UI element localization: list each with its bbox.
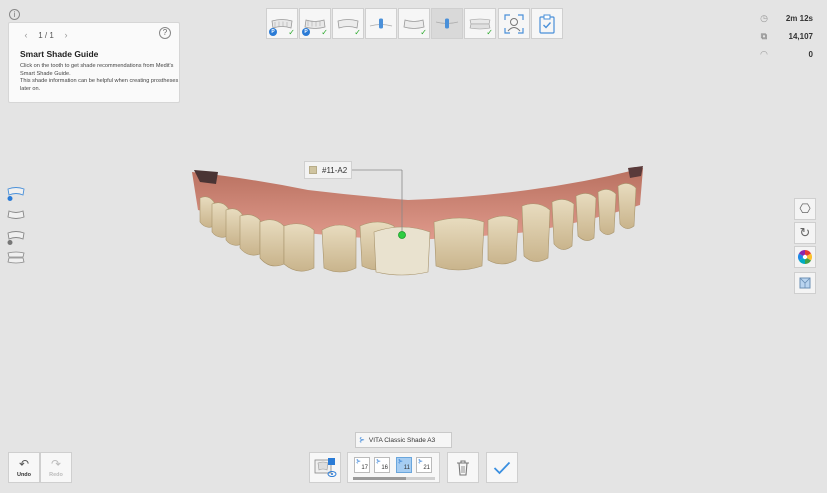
tooth-selector: ⊱ 17 ⊱ 16 ⊱ 11 ⊱ 21: [347, 452, 440, 483]
dental-scan-model[interactable]: [188, 160, 648, 280]
tooth-number: 17: [361, 465, 368, 471]
delete-button[interactable]: [447, 452, 479, 483]
undo-label: Undo: [16, 471, 32, 478]
toggle-occlusion-icon[interactable]: [6, 250, 26, 266]
undo-button[interactable]: ↶ Undo: [8, 452, 40, 483]
color-wheel-icon: [798, 250, 812, 264]
smart-shade-guide-panel: ‹ 1 / 1 › ? Smart Shade Guide Click on t…: [8, 22, 180, 103]
tooth-16-button[interactable]: ⊱ 16: [374, 457, 390, 473]
data-count-stat: ⧉ 14,107: [759, 31, 813, 41]
check-icon: ✓: [420, 28, 427, 37]
color-map-button[interactable]: [794, 246, 816, 268]
shade-recommendation-chip[interactable]: ⊱ VITA Classic Shade A3: [355, 432, 452, 448]
tooth-marker-icon: ⊱: [359, 437, 365, 444]
camera-icon: ⎔: [799, 201, 811, 216]
pager-count: 1 / 1: [38, 30, 54, 40]
step-review[interactable]: [531, 8, 563, 39]
reset-view-button[interactable]: ↻: [794, 222, 816, 244]
scan-time-stat: ◷ 2m 12s: [759, 13, 813, 23]
trash-icon: [457, 459, 469, 476]
clipboard-check-icon: [539, 14, 555, 34]
guide-pager: ‹ 1 / 1 ›: [19, 29, 79, 41]
scan-time-value: 2m 12s: [785, 13, 813, 23]
info-button[interactable]: i: [9, 9, 20, 20]
face-frame-icon: [504, 13, 524, 34]
wifi-value: 0: [808, 49, 813, 59]
tooth-number: 11: [403, 465, 410, 471]
shade-pick-marker[interactable]: [398, 231, 406, 239]
cube-icon: [799, 277, 811, 289]
redo-icon: ↷: [50, 456, 62, 471]
guide-description-line-2: This shade information can be helpful wh…: [20, 78, 179, 92]
toggle-lower-jaw-icon[interactable]: [6, 206, 26, 222]
check-icon: ✓: [288, 28, 295, 37]
pager-prev-button[interactable]: ‹: [19, 30, 33, 40]
toggle-upper-arch-icon[interactable]: [6, 230, 26, 246]
marker-icon: ⊱: [376, 459, 382, 465]
scan-body-icon: [369, 18, 393, 28]
tooth-shade-label: #11-A2: [304, 161, 352, 179]
tooth-view-icon: [314, 457, 337, 477]
tooth-21-button[interactable]: ⊱ 21: [416, 457, 432, 473]
step-scan-body-upper[interactable]: [365, 8, 397, 39]
step-scan-body-lower[interactable]: [431, 8, 463, 39]
guide-title: Smart Shade Guide: [20, 49, 99, 59]
checkmark-icon: [493, 461, 511, 474]
tooth-number: 16: [381, 465, 388, 471]
shade-swatch: [309, 166, 317, 174]
step-lower-jaw[interactable]: P ✓: [299, 8, 331, 39]
step-occlusion[interactable]: ✓: [464, 8, 496, 39]
marker-icon: ⊱: [398, 459, 404, 465]
step-smart-shade[interactable]: [498, 8, 530, 39]
step-lower-arch[interactable]: ✓: [398, 8, 430, 39]
guide-description: Click on the tooth to get shade recommen…: [20, 63, 180, 93]
shade-recommendation-text: VITA Classic Shade A3: [368, 436, 436, 444]
help-icon[interactable]: ?: [159, 27, 171, 39]
tooth-shade-text: #11-A2: [322, 165, 348, 175]
step-upper-jaw[interactable]: P ✓: [266, 8, 298, 39]
rotate-icon: ↻: [799, 225, 811, 240]
step-upper-arch[interactable]: ✓: [332, 8, 364, 39]
marker-icon: ⊱: [356, 459, 362, 465]
check-icon: ✓: [486, 28, 493, 37]
tooth-number: 21: [423, 465, 430, 471]
wifi-stat: ◠ 0: [759, 49, 813, 59]
shade-view-button[interactable]: [309, 452, 341, 483]
guide-description-line-1: Click on the tooth to get shade recommen…: [20, 63, 174, 77]
clock-icon: ◷: [760, 13, 768, 23]
toggle-upper-jaw-icon[interactable]: [6, 186, 26, 202]
redo-button[interactable]: ↷ Redo: [40, 452, 72, 483]
redo-label: Redo: [49, 471, 63, 478]
confirm-button[interactable]: [486, 452, 518, 483]
undo-icon: ↶: [18, 456, 30, 471]
marker-icon: ⊱: [418, 459, 424, 465]
scan-body-icon: [435, 18, 459, 28]
prep-badge-icon: P: [269, 28, 277, 36]
wifi-icon: ◠: [760, 49, 768, 59]
data-count-value: 14,107: [788, 31, 813, 41]
check-icon: ✓: [354, 28, 361, 37]
texture-toggle-button[interactable]: [794, 272, 816, 294]
layers-icon: ⧉: [760, 31, 768, 41]
prep-badge-icon: P: [302, 28, 310, 36]
tooth-11-button[interactable]: ⊱ 11: [396, 457, 412, 473]
pager-next-button[interactable]: ›: [59, 30, 73, 40]
check-icon: ✓: [321, 28, 328, 37]
screenshot-button[interactable]: ⎔: [794, 198, 816, 220]
tooth-scrollbar[interactable]: [353, 477, 435, 480]
tooth-scrollbar-thumb[interactable]: [353, 477, 407, 480]
workflow-step-bar: P ✓ P ✓ ✓ ✓ ✓: [266, 8, 563, 39]
tooth-17-button[interactable]: ⊱ 17: [354, 457, 370, 473]
